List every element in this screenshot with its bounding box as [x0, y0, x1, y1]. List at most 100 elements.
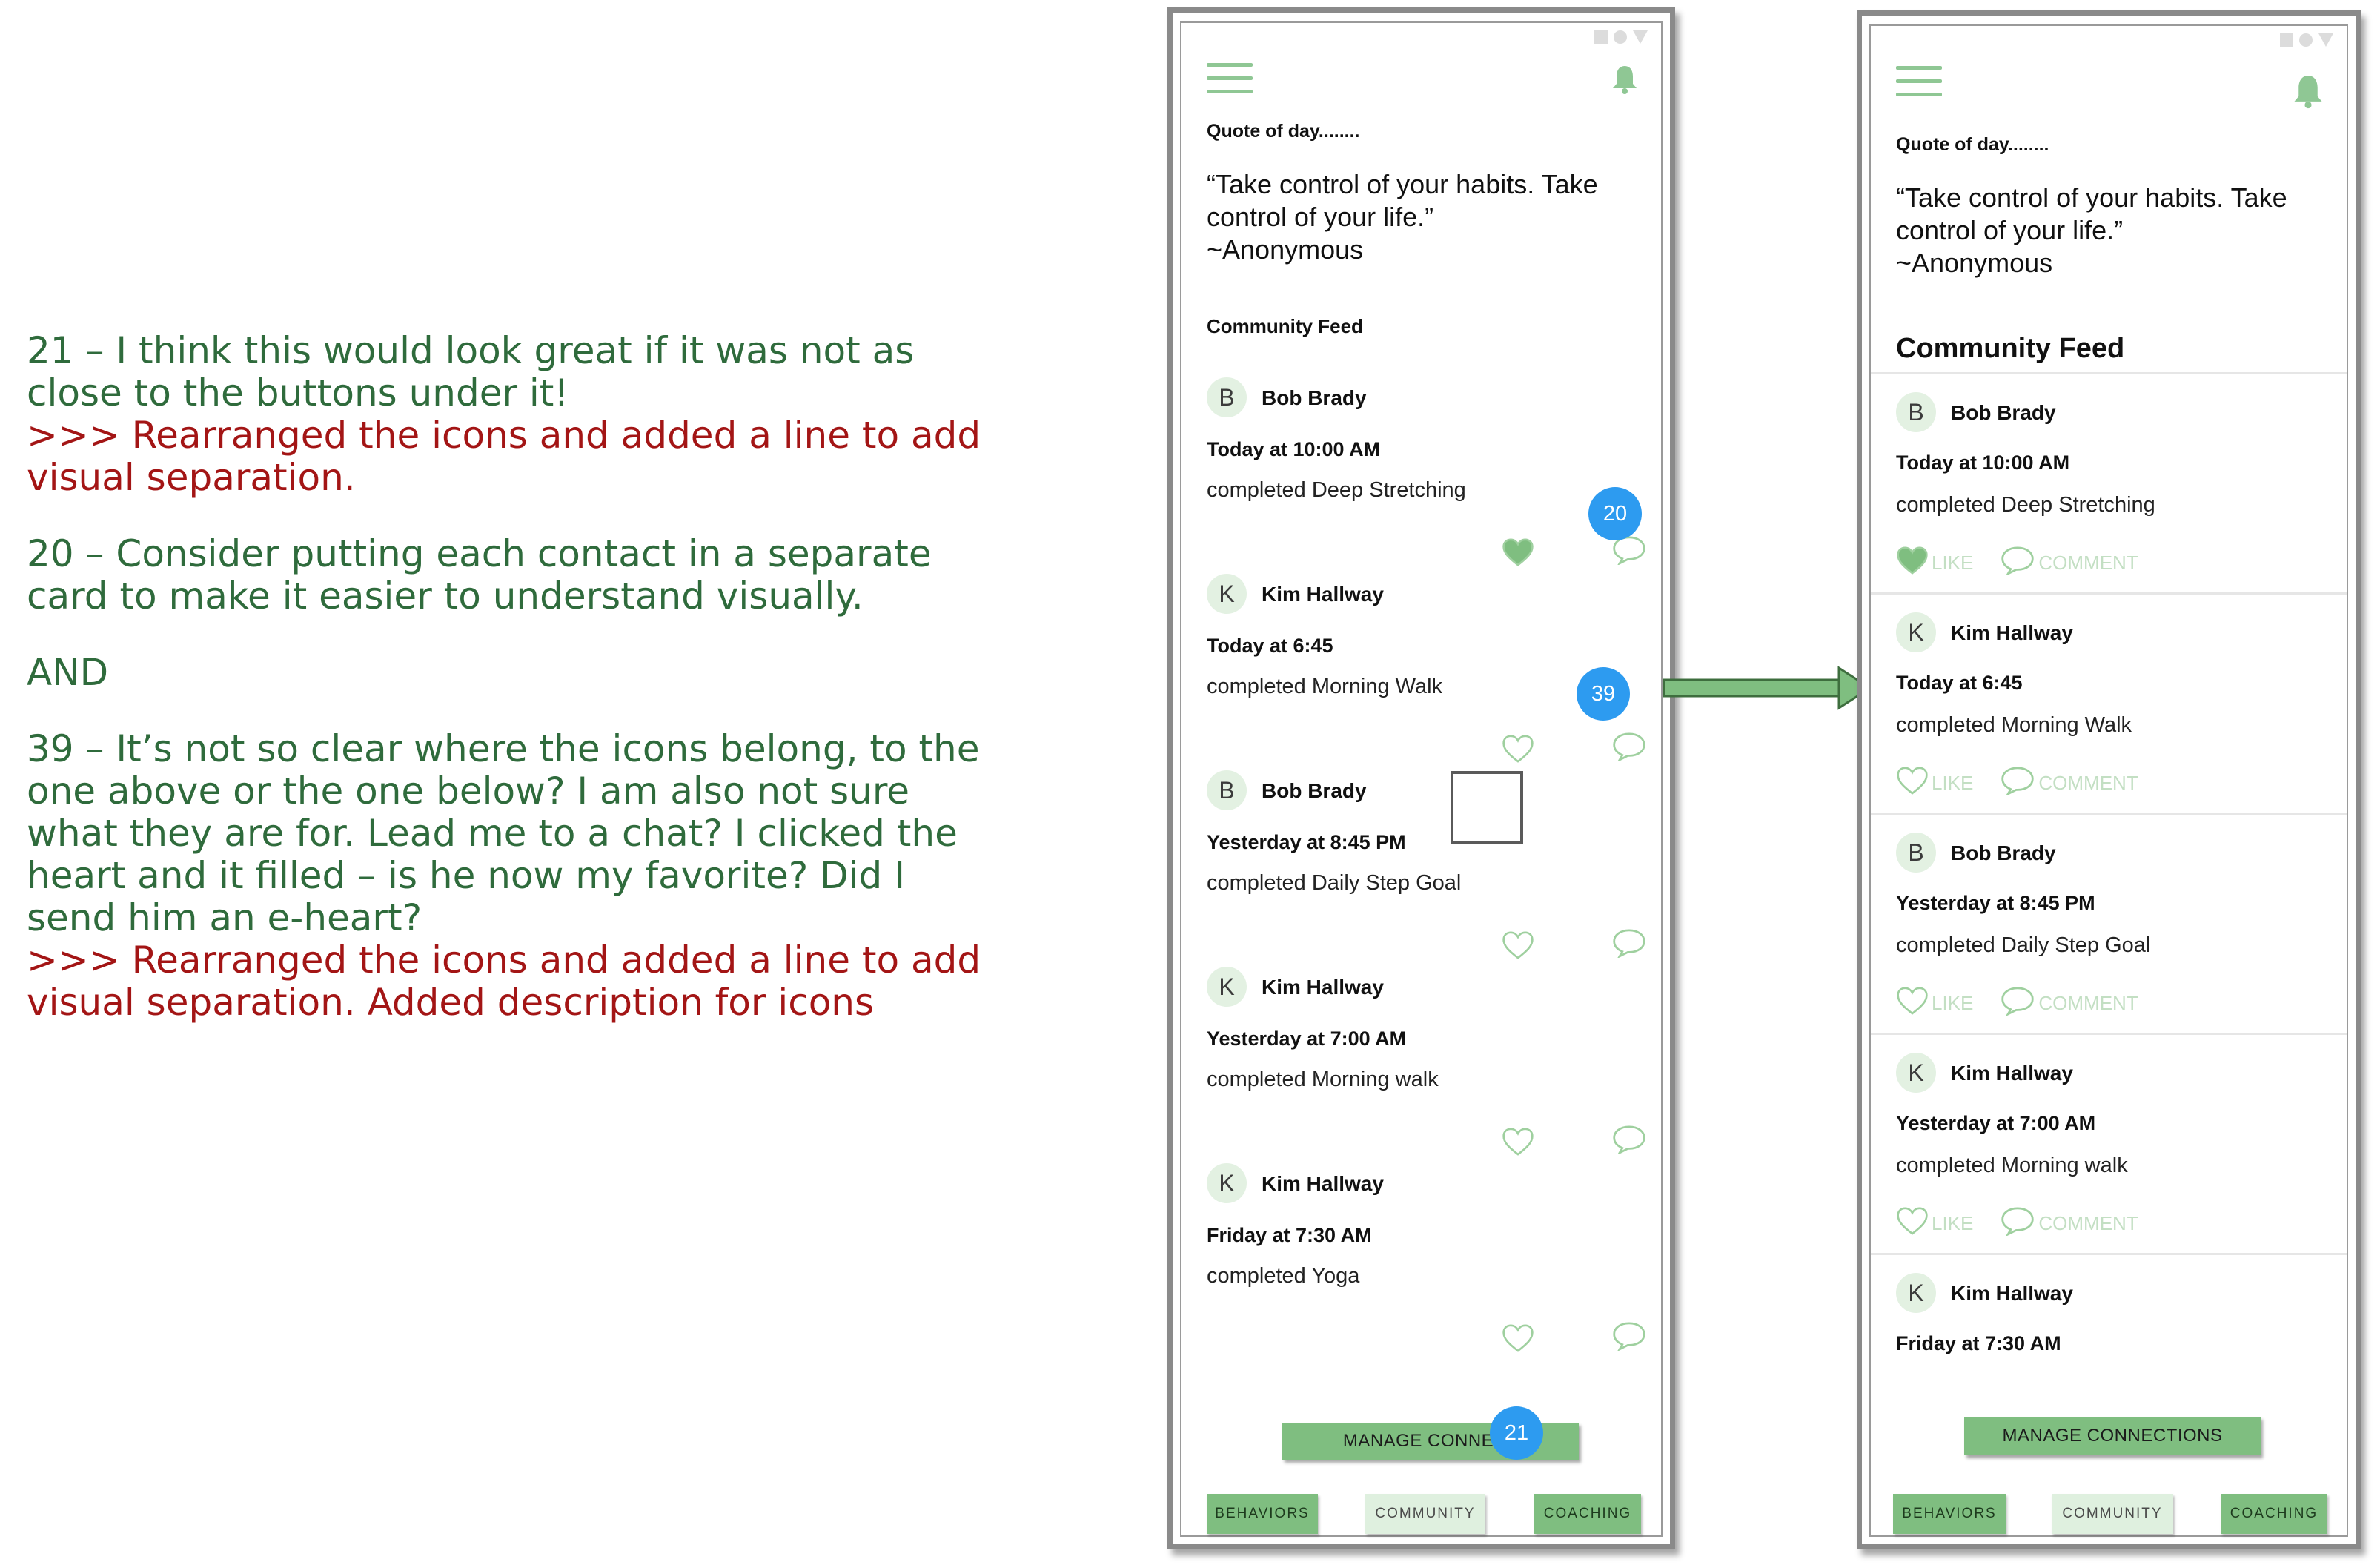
heart-icon[interactable]	[1896, 1206, 1929, 1240]
post-activity: completed Daily Step Goal	[1896, 933, 2151, 957]
phone-after: Quote of day........ “Take control of yo…	[1857, 10, 2361, 1549]
post-activity: completed Deep Stretching	[1207, 478, 1466, 502]
avatar: K	[1207, 967, 1247, 1007]
bell-icon[interactable]	[1611, 64, 1639, 94]
avatar: B	[1207, 770, 1247, 810]
post-author: Kim Hallway	[1262, 1172, 1384, 1195]
heart-icon[interactable]	[1896, 766, 1929, 800]
hamburger-menu-icon[interactable]	[1207, 63, 1253, 103]
annotation-badge-21: 21	[1490, 1406, 1543, 1460]
avatar: K	[1896, 1273, 1936, 1313]
manage-connections-button[interactable]: MANAGE CONNECTIONS	[1964, 1417, 2261, 1455]
avatar: K	[1896, 1053, 1936, 1093]
avatar: B	[1896, 833, 1936, 873]
post-time: Yesterday at 8:45 PM	[1896, 892, 2095, 914]
like-label[interactable]: LIKE	[1932, 772, 1973, 795]
quote-heading: Quote of day........	[1896, 134, 2049, 155]
annotation-highlight-box	[1451, 771, 1523, 844]
heart-icon[interactable]	[1502, 734, 1534, 767]
post-activity: completed Daily Step Goal	[1207, 871, 1462, 895]
avatar: K	[1207, 1163, 1247, 1203]
wifi-icon	[1614, 30, 1627, 44]
post-author: Kim Hallway	[1951, 621, 2073, 644]
post-author: Kim Hallway	[1262, 976, 1384, 999]
post-activity: completed Morning Walk	[1896, 713, 2132, 737]
post-time: Friday at 7:30 AM	[1207, 1224, 1372, 1246]
post-author: Kim Hallway	[1262, 583, 1384, 606]
post-time: Today at 6:45	[1207, 635, 1333, 657]
heart-icon[interactable]	[1896, 546, 1929, 580]
like-label[interactable]: LIKE	[1932, 992, 1973, 1015]
comment-label[interactable]: COMMENT	[2038, 992, 2138, 1015]
heart-icon[interactable]	[1502, 537, 1534, 570]
post-activity: completed Yoga	[1207, 1264, 1360, 1288]
tab-community[interactable]: COMMUNITY	[2052, 1494, 2173, 1534]
post-time: Yesterday at 7:00 AM	[1896, 1112, 2096, 1134]
divider	[1871, 372, 2347, 374]
annotation-badge-20: 20	[1588, 487, 1642, 540]
divider	[1871, 813, 2347, 815]
divider	[1871, 1253, 2347, 1255]
wifi-icon	[2299, 33, 2313, 47]
right-arrow-icon	[1663, 666, 1872, 710]
screen-after: Quote of day........ “Take control of yo…	[1869, 24, 2348, 1537]
note-and: AND	[27, 651, 109, 694]
post-activity: completed Morning walk	[1207, 1068, 1439, 1091]
comment-label[interactable]: COMMENT	[2038, 552, 2138, 575]
post-time: Today at 10:00 AM	[1207, 438, 1381, 460]
post-activity: completed Morning walk	[1896, 1154, 2128, 1177]
signal-icon	[1594, 30, 1608, 44]
divider	[1871, 1033, 2347, 1035]
avatar: K	[1207, 574, 1247, 614]
heart-icon[interactable]	[1502, 1127, 1534, 1159]
post-author: Bob Brady	[1951, 401, 2056, 424]
comment-label[interactable]: COMMENT	[2038, 1212, 2138, 1235]
hamburger-menu-icon[interactable]	[1896, 66, 1942, 106]
comment-icon[interactable]	[1611, 1320, 1647, 1354]
bell-icon[interactable]	[2292, 73, 2324, 109]
note-21-response: >>> Rearranged the icons and added a lin…	[27, 414, 981, 499]
battery-icon	[2318, 33, 2333, 47]
comment-icon[interactable]	[1611, 927, 1647, 962]
note-21: 21 – I think this would look great if it…	[27, 330, 990, 499]
post-time: Friday at 7:30 AM	[1896, 1332, 2061, 1354]
post-time: Yesterday at 8:45 PM	[1207, 831, 1406, 853]
comment-icon[interactable]	[2000, 1205, 2035, 1241]
comment-icon[interactable]	[2000, 765, 2035, 801]
status-bar	[1594, 30, 1648, 44]
comment-icon[interactable]	[1611, 731, 1647, 765]
post-actions: LIKE COMMENT	[1896, 545, 2162, 580]
post-author: Kim Hallway	[1951, 1282, 2073, 1305]
note-39-comment: 39 – It’s not so clear where the icons b…	[27, 727, 980, 939]
comment-icon[interactable]	[2000, 985, 2035, 1021]
tab-behaviors[interactable]: BEHAVIORS	[1893, 1494, 2006, 1534]
note-21-comment: 21 – I think this would look great if it…	[27, 329, 915, 414]
avatar: K	[1896, 612, 1936, 652]
tab-behaviors[interactable]: BEHAVIORS	[1207, 1494, 1318, 1534]
feed-heading: Community Feed	[1207, 315, 1363, 337]
comment-icon[interactable]	[1611, 1124, 1647, 1158]
heart-icon[interactable]	[1502, 930, 1534, 963]
heart-icon[interactable]	[1896, 986, 1929, 1020]
tab-coaching[interactable]: COACHING	[1534, 1494, 1641, 1534]
post-author: Kim Hallway	[1951, 1062, 2073, 1085]
comment-label[interactable]: COMMENT	[2038, 772, 2138, 795]
post-activity: completed Morning Walk	[1207, 675, 1443, 698]
avatar: B	[1896, 392, 1936, 432]
quote-text: “Take control of your habits. Take contr…	[1207, 169, 1598, 265]
post-activity: completed Deep Stretching	[1896, 493, 2155, 517]
battery-icon	[1633, 30, 1648, 44]
annotation-badge-39: 39	[1577, 667, 1630, 721]
status-bar	[2280, 33, 2333, 47]
post-time: Today at 6:45	[1896, 672, 2023, 694]
post-actions: LIKE COMMENT	[1896, 1205, 2162, 1241]
tab-coaching[interactable]: COACHING	[2221, 1494, 2327, 1534]
like-label[interactable]: LIKE	[1932, 1212, 1973, 1235]
tab-community[interactable]: COMMUNITY	[1365, 1494, 1485, 1534]
heart-icon[interactable]	[1502, 1323, 1534, 1356]
screen-before: Quote of day........ “Take control of yo…	[1180, 21, 1663, 1537]
post-author: Bob Brady	[1262, 386, 1367, 409]
comment-icon[interactable]	[2000, 545, 2035, 580]
note-20-comment: 20 – Consider putting each contact in a …	[27, 532, 932, 618]
like-label[interactable]: LIKE	[1932, 552, 1973, 575]
